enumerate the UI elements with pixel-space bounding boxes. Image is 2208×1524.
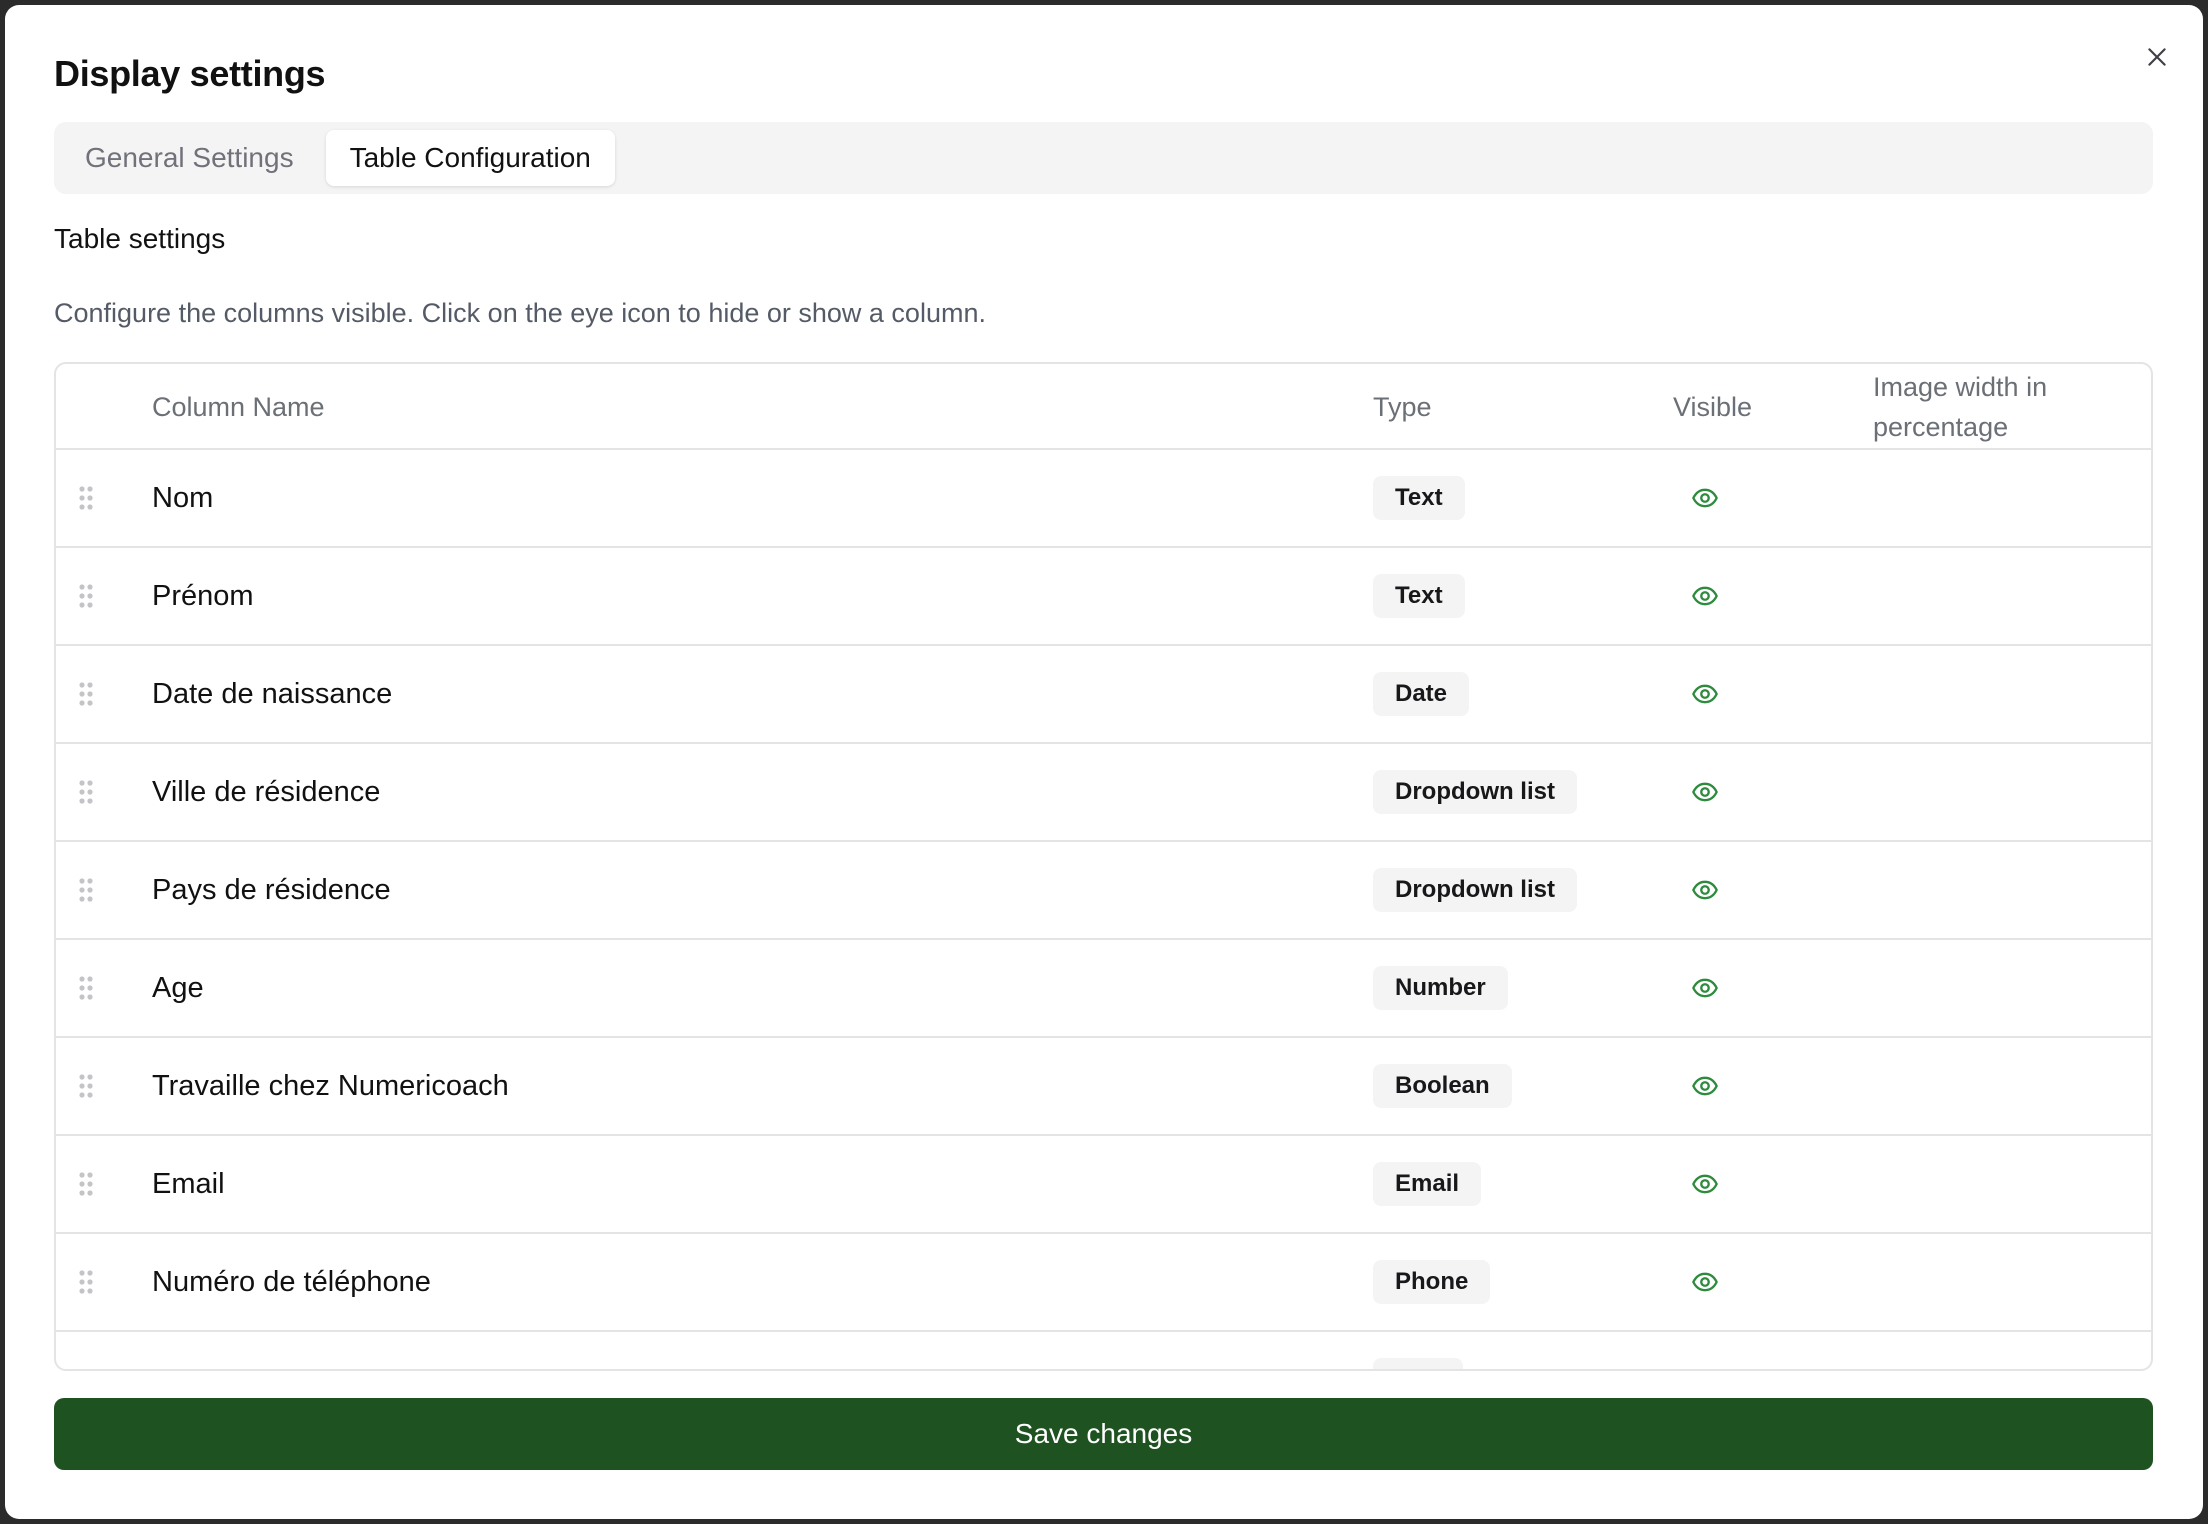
column-name-cell: Email: [152, 1167, 225, 1200]
eye-icon[interactable]: [1690, 974, 1720, 1002]
column-name-cell: Travaille chez Numericoach: [152, 1069, 509, 1102]
eye-icon[interactable]: [1690, 1268, 1720, 1296]
column-name-cell: Prénom: [152, 579, 254, 612]
header-column-name: Column Name: [152, 392, 325, 422]
table-row: Ville de résidence Dropdown list: [56, 744, 2151, 842]
column-name-cell: Ville de résidence: [152, 775, 381, 808]
drag-handle-icon[interactable]: [78, 877, 94, 903]
header-image-width: Image width in percentage: [1873, 372, 2048, 442]
type-badge: Dropdown list: [1373, 868, 1577, 912]
table-row: Date de naissance Date: [56, 646, 2151, 744]
table-row: Age Number: [56, 940, 2151, 1038]
drag-handle-icon[interactable]: [78, 681, 94, 707]
table-row: Prénom Text: [56, 548, 2151, 646]
type-badge: Date: [1373, 672, 1470, 716]
drag-handle-icon[interactable]: [78, 485, 94, 511]
eye-icon[interactable]: [1690, 778, 1720, 806]
type-badge: Phone: [1373, 1260, 1491, 1304]
columns-table: Column Name Type Visible Image width in …: [54, 362, 2153, 1371]
eye-icon[interactable]: [1690, 1072, 1720, 1100]
dialog-title: Display settings: [54, 53, 326, 94]
table-row: Email Email: [56, 1136, 2151, 1234]
type-badge: Email: [1373, 1162, 1482, 1206]
drag-handle-icon[interactable]: [78, 779, 94, 805]
header-visible: Visible: [1673, 392, 1753, 422]
drag-handle-icon[interactable]: [78, 1269, 94, 1295]
table-header: Column Name Type Visible Image width in …: [56, 364, 2151, 450]
close-icon: [2148, 48, 2166, 66]
display-settings-dialog: Display settings General Settings Table …: [5, 5, 2203, 1519]
eye-icon[interactable]: [1690, 484, 1720, 512]
column-name-cell: Age: [152, 971, 204, 1004]
type-badge: Boolean: [1373, 1064, 1512, 1108]
column-name-cell: Date de naissance: [152, 677, 393, 710]
type-badge: Number: [1373, 966, 1508, 1010]
table-body: Nom Text Prénom Text Date de naissance Date Vi…: [56, 450, 2151, 1332]
eye-icon[interactable]: [1690, 582, 1720, 610]
drag-handle-icon[interactable]: [78, 583, 94, 609]
drag-handle-icon[interactable]: [78, 975, 94, 1001]
column-name-cell: Nom: [152, 481, 214, 514]
close-button[interactable]: [2139, 39, 2175, 75]
drag-handle-icon[interactable]: [78, 1171, 94, 1197]
table-row: Pays de résidence Dropdown list: [56, 842, 2151, 940]
type-badge: Text: [1373, 574, 1465, 618]
tab-general-settings[interactable]: General Settings: [61, 130, 318, 186]
drag-handle-icon[interactable]: [78, 1073, 94, 1099]
eye-icon[interactable]: [1690, 680, 1720, 708]
type-badge-partial: [1373, 1358, 1463, 1369]
type-badge: Dropdown list: [1373, 770, 1577, 814]
table-row: Numéro de téléphone Phone: [56, 1234, 2151, 1332]
type-badge: Text: [1373, 476, 1465, 520]
table-row: Nom Text: [56, 450, 2151, 548]
tab-table-configuration[interactable]: Table Configuration: [325, 130, 615, 186]
column-name-cell: Pays de résidence: [152, 873, 391, 906]
eye-icon[interactable]: [1690, 876, 1720, 904]
settings-tabs: General Settings Table Configuration: [54, 122, 2153, 194]
table-row-partial: [56, 1332, 2151, 1369]
section-title: Table settings: [54, 223, 226, 254]
column-name-cell: Numéro de téléphone: [152, 1265, 431, 1298]
save-changes-button[interactable]: Save changes: [54, 1398, 2153, 1470]
section-description: Configure the columns visible. Click on …: [54, 298, 986, 328]
table-row: Travaille chez Numericoach Boolean: [56, 1038, 2151, 1136]
eye-icon[interactable]: [1690, 1170, 1720, 1198]
header-type: Type: [1373, 392, 1432, 422]
